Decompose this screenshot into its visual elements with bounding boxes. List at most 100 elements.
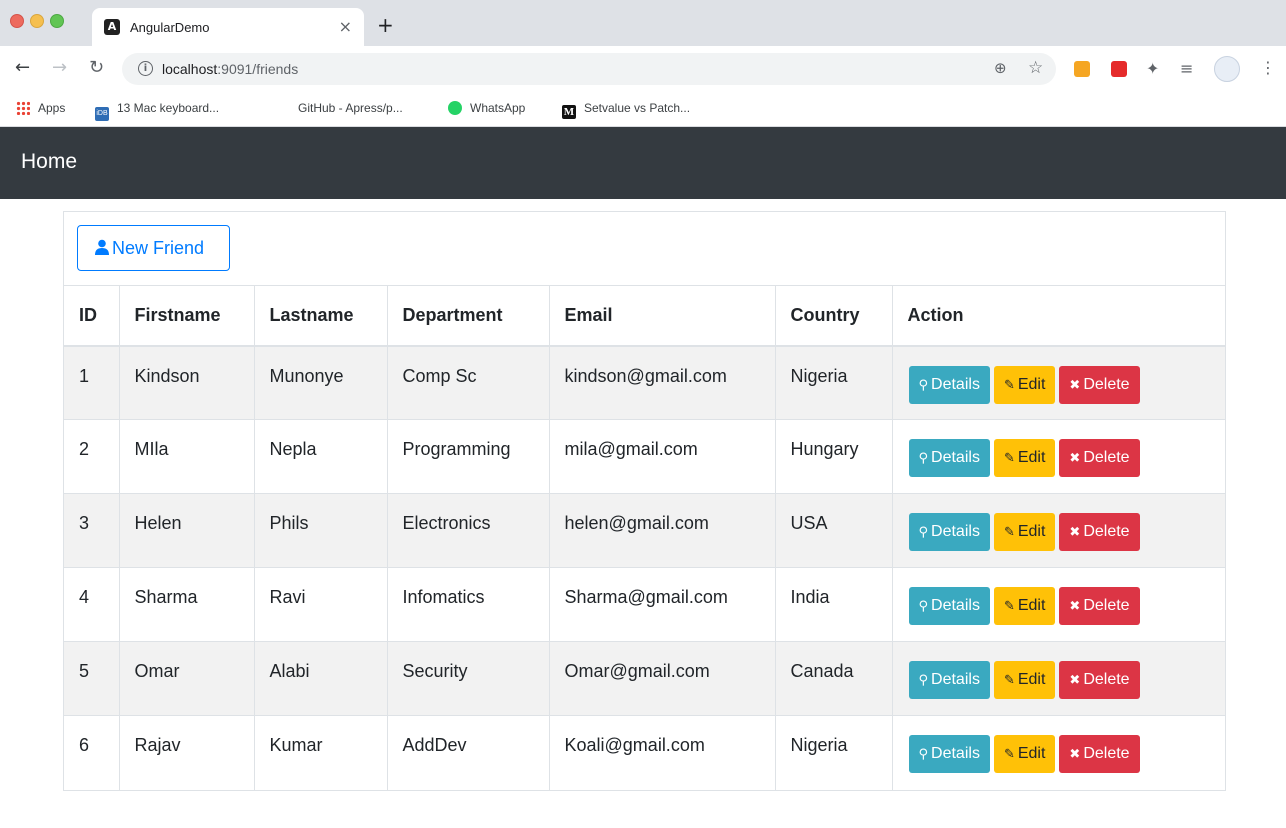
back-arrow-icon[interactable]: ← [15,59,30,77]
whatsapp-icon [448,101,462,115]
edit-button[interactable]: ✎ Edit [993,587,1056,625]
cell-department: Security [386,641,550,716]
table-row: 5 Omar Alabi Security Omar@gmail.com Can… [64,641,1225,716]
tab-close-icon[interactable]: × [339,17,352,36]
delete-button[interactable]: ✖ Delete [1059,365,1140,404]
window-close-button[interactable] [10,14,24,28]
cell-lastname: Kumar [253,715,388,790]
new-tab-button[interactable]: + [377,15,394,35]
close-icon: ✖ [1069,673,1081,688]
address-bar[interactable]: i localhost:9091/friends ⊕ ☆ [122,53,1056,85]
edit-icon: ✎ [1003,599,1015,614]
idb-icon: iDB [95,107,109,121]
cell-lastname: Ravi [253,567,388,642]
new-friend-button[interactable]: New Friend [77,225,230,271]
browser-menu-icon[interactable]: ⋮ [1260,58,1276,77]
details-button[interactable]: ⚲ Details [908,439,990,477]
bookmark-apps[interactable]: Apps [16,101,65,115]
url-text[interactable]: localhost:9091/friends [162,61,298,77]
details-button[interactable]: ⚲ Details [908,365,990,404]
cell-lastname: Phils [253,493,388,568]
edit-button[interactable]: ✎ Edit [993,513,1056,551]
edit-icon: ✎ [1003,673,1015,688]
cell-action: ⚲ Details ✎ Edit ✖ Delete [891,715,1225,790]
new-friend-label: New Friend [112,238,205,258]
apps-grid-icon [16,101,30,115]
info-icon[interactable]: i [138,61,153,76]
search-icon: ⚲ [918,377,929,393]
bookmark-setvalue[interactable]: M Setvalue vs Patch... [562,101,690,119]
cell-firstname: MIla [118,419,255,494]
details-button[interactable]: ⚲ Details [908,735,990,773]
forward-arrow-icon[interactable]: → [52,59,67,77]
delete-button[interactable]: ✖ Delete [1059,439,1140,477]
home-link[interactable]: Home [21,150,77,174]
edit-icon: ✎ [1003,747,1015,762]
cell-country: Hungary [774,419,893,494]
extensions-puzzle-icon[interactable]: ✦ [1146,59,1159,78]
details-button[interactable]: ⚲ Details [908,513,990,551]
profile-avatar[interactable] [1214,56,1240,82]
header-email: Email [548,285,776,347]
cell-id: 4 [64,567,120,642]
cell-action: ⚲ Details ✎ Edit ✖ Delete [891,567,1225,642]
cell-id: 5 [64,641,120,716]
cell-action: ⚲ Details ✎ Edit ✖ Delete [891,419,1225,494]
window-zoom-button[interactable] [50,14,64,28]
details-button[interactable]: ⚲ Details [908,587,990,625]
bookmark-github[interactable]: GitHub - Apress/p... [298,101,403,115]
close-icon: ✖ [1069,451,1081,466]
edit-button[interactable]: ✎ Edit [993,735,1056,773]
search-icon: ⚲ [918,747,929,762]
delete-button[interactable]: ✖ Delete [1059,513,1140,551]
table-header-row: ID Firstname Lastname Department Email C… [64,285,1225,347]
extension-red-icon[interactable] [1111,61,1127,77]
cell-lastname: Nepla [253,419,388,494]
edit-icon: ✎ [1003,377,1015,393]
friends-card: New Friend ID Firstname Lastname Departm… [63,211,1226,791]
delete-button[interactable]: ✖ Delete [1059,587,1140,625]
cell-email: Omar@gmail.com [548,641,776,716]
header-action: Action [891,285,1225,347]
table-row: 4 Sharma Ravi Infomatics Sharma@gmail.co… [64,567,1225,642]
edit-button[interactable]: ✎ Edit [993,439,1056,477]
cell-country: India [774,567,893,642]
zoom-icon[interactable]: ⊕ [994,59,1007,77]
bookmark-mac-keyboard[interactable]: iDB 13 Mac keyboard... [95,101,219,121]
reading-list-icon[interactable]: ≡ [1180,59,1193,78]
header-firstname: Firstname [118,285,255,347]
delete-button[interactable]: ✖ Delete [1059,735,1140,773]
browser-tab[interactable]: A AngularDemo × [92,8,364,46]
header-country: Country [774,285,893,347]
cell-country: Nigeria [774,345,893,420]
bookmark-star-icon[interactable]: ☆ [1028,58,1043,78]
edit-icon: ✎ [1003,525,1015,540]
medium-icon: M [562,105,576,119]
close-icon: ✖ [1069,747,1081,762]
cell-id: 2 [64,419,120,494]
edit-icon: ✎ [1003,451,1015,466]
cell-action: ⚲ Details ✎ Edit ✖ Delete [891,345,1225,420]
tab-title: AngularDemo [130,20,210,35]
cell-firstname: Rajav [118,715,255,790]
delete-button[interactable]: ✖ Delete [1059,661,1140,699]
close-icon: ✖ [1069,599,1081,614]
edit-button[interactable]: ✎ Edit [993,365,1056,404]
header-id: ID [64,285,120,347]
angular-icon: A [104,19,120,35]
extension-orange-icon[interactable] [1074,61,1090,77]
window-minimize-button[interactable] [30,14,44,28]
edit-button[interactable]: ✎ Edit [993,661,1056,699]
search-icon: ⚲ [918,599,929,614]
details-button[interactable]: ⚲ Details [908,661,990,699]
header-department: Department [386,285,550,347]
reload-icon[interactable]: ↻ [89,59,104,77]
cell-firstname: Omar [118,641,255,716]
browser-toolbar: ← → ↻ i localhost:9091/friends ⊕ ☆ ✦ ≡ ⋮ [0,46,1286,92]
user-icon [95,239,109,255]
app-navbar: Home [0,127,1286,199]
cell-email: kindson@gmail.com [548,345,776,420]
bookmark-whatsapp[interactable]: WhatsApp [448,101,525,115]
table-row: 3 Helen Phils Electronics helen@gmail.co… [64,493,1225,568]
cell-department: AddDev [386,715,550,790]
